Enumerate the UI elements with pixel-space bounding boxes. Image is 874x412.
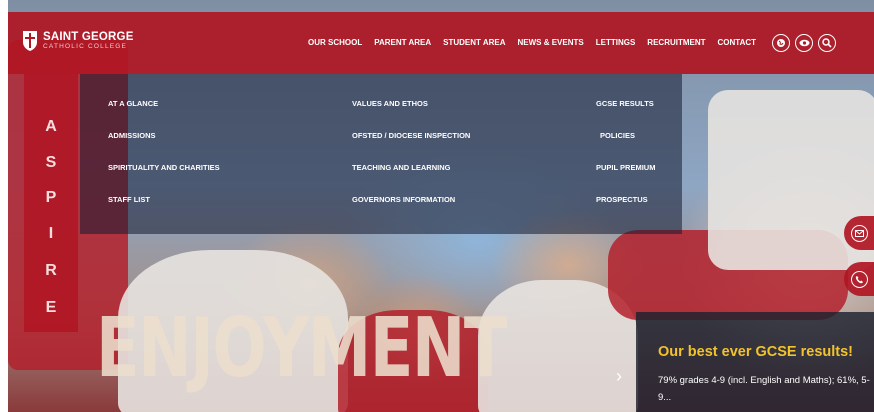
search-icon[interactable] [818, 34, 836, 52]
phone-icon [851, 270, 868, 288]
menu-ofsted[interactable]: OFSTED / DIOCESE INSPECTION [352, 131, 470, 140]
shield-logo-icon [22, 30, 38, 52]
site-logo[interactable]: SAINT GEORGE CATHOLIC COLLEGE [22, 30, 134, 52]
globe-icon[interactable] [772, 34, 790, 52]
logo-subtitle: CATHOLIC COLLEGE [43, 43, 128, 50]
news-title: Our best ever GCSE results! [658, 344, 854, 360]
side-phone-button[interactable] [844, 262, 874, 296]
menu-admissions[interactable]: ADMISSIONS [108, 131, 156, 140]
aspire-letter: A [45, 118, 57, 135]
site-header: SAINT GEORGE CATHOLIC COLLEGE OUR SCHOOL… [8, 12, 874, 74]
aspire-letter: I [48, 225, 54, 242]
nav-recruitment[interactable]: RECRUITMENT [647, 38, 705, 47]
logo-name: SAINT GEORGE [43, 31, 134, 43]
mega-menu: AT A GLANCE ADMISSIONS SPIRITUALITY AND … [80, 74, 682, 234]
slider-next-arrow[interactable]: › [616, 366, 622, 387]
aspire-strip: A S P I R E [24, 74, 78, 332]
aspire-letter: E [45, 299, 57, 316]
menu-pupil-premium[interactable]: PUPIL PREMIUM [596, 163, 655, 172]
eye-icon[interactable] [795, 34, 813, 52]
menu-at-a-glance[interactable]: AT A GLANCE [108, 99, 158, 108]
nav-news-events[interactable]: NEWS & EVENTS [518, 38, 584, 47]
nav-student-area[interactable]: STUDENT AREA [443, 38, 505, 47]
mail-icon [851, 224, 868, 242]
nav-parent-area[interactable]: PARENT AREA [374, 38, 431, 47]
aspire-letter: S [45, 154, 57, 171]
menu-values-ethos[interactable]: VALUES AND ETHOS [352, 99, 428, 108]
menu-policies[interactable]: POLICIES [600, 131, 635, 140]
menu-spirituality[interactable]: SPIRITUALITY AND CHARITIES [108, 163, 220, 172]
menu-staff-list[interactable]: STAFF LIST [108, 195, 150, 204]
nav-lettings[interactable]: LETTINGS [596, 38, 636, 47]
menu-teaching-learning[interactable]: TEACHING AND LEARNING [352, 163, 450, 172]
aspire-letter: P [45, 189, 57, 206]
aspire-letter: R [45, 262, 57, 279]
side-mail-button[interactable] [844, 216, 874, 250]
menu-prospectus[interactable]: PROSPECTUS [596, 195, 648, 204]
hero-heading: ENJOYMENT [96, 301, 507, 396]
nav-contact[interactable]: CONTACT [718, 38, 757, 47]
header-icons [772, 34, 841, 52]
news-panel[interactable]: Our best ever GCSE results! 79% grades 4… [636, 312, 874, 412]
news-body: 79% grades 4-9 (incl. English and Maths)… [658, 375, 870, 403]
menu-gcse-results[interactable]: GCSE RESULTS [596, 99, 654, 108]
nav-our-school[interactable]: OUR SCHOOL [308, 38, 362, 47]
menu-governors[interactable]: GOVERNORS INFORMATION [352, 195, 455, 204]
main-nav: OUR SCHOOL PARENT AREA STUDENT AREA NEWS… [308, 38, 768, 47]
